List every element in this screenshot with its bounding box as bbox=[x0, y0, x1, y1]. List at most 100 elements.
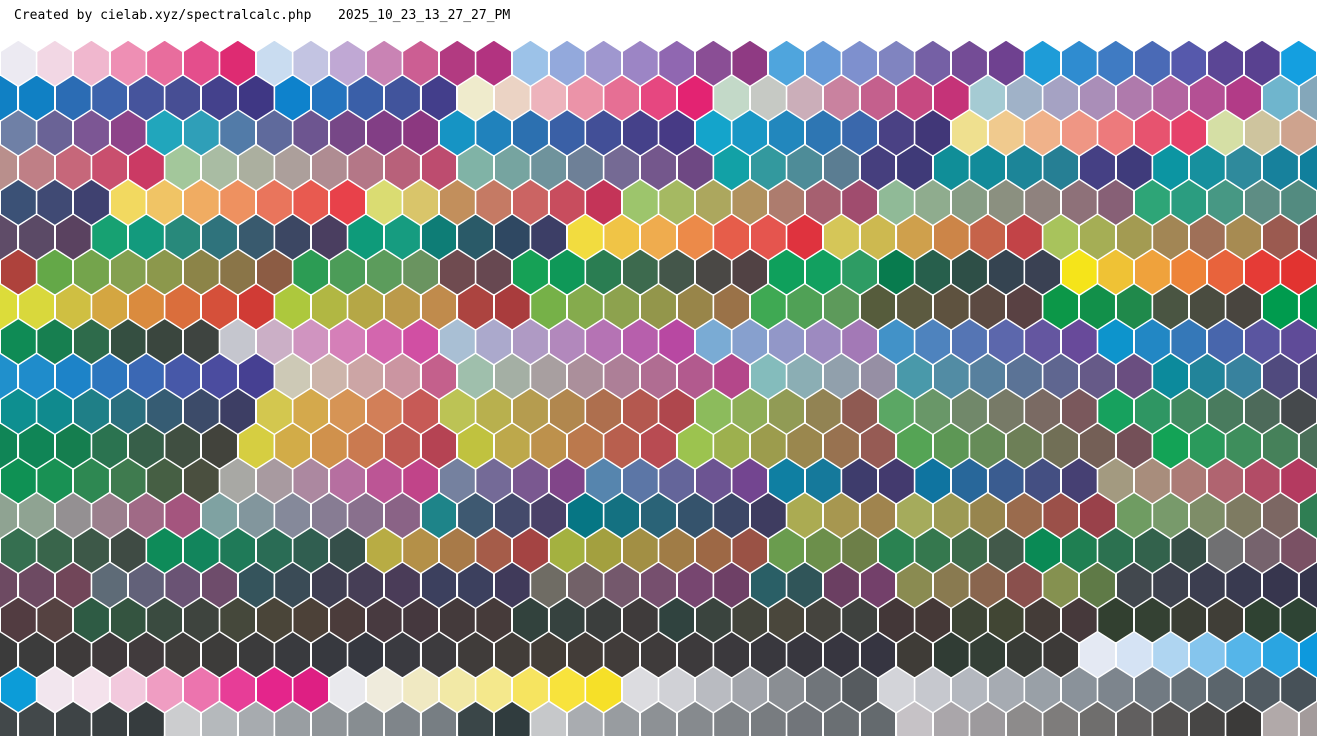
hex-cell bbox=[1062, 528, 1097, 573]
hex-cell bbox=[239, 284, 274, 329]
hex-cell bbox=[293, 250, 328, 295]
hex-cell bbox=[806, 528, 841, 573]
hex-cell bbox=[330, 667, 365, 712]
hex-cell bbox=[550, 528, 585, 573]
hex-cell bbox=[604, 424, 639, 469]
hex-cell bbox=[769, 389, 804, 434]
hex-cell bbox=[678, 424, 713, 469]
hex-cell bbox=[1025, 458, 1060, 503]
hex-cell bbox=[275, 563, 310, 608]
hex-cell bbox=[257, 180, 292, 225]
hex-cell bbox=[74, 528, 109, 573]
hex-cell bbox=[952, 389, 987, 434]
hex-cell bbox=[678, 354, 713, 399]
hex-cell bbox=[989, 528, 1024, 573]
hex-cell bbox=[37, 250, 72, 295]
hex-cell bbox=[330, 389, 365, 434]
hex-cell bbox=[714, 215, 749, 260]
hex-cell bbox=[330, 180, 365, 225]
hex-cell bbox=[714, 424, 749, 469]
hex-cell bbox=[1190, 354, 1225, 399]
hex-cell bbox=[440, 250, 475, 295]
hex-cell bbox=[202, 493, 237, 538]
hex-cell bbox=[239, 354, 274, 399]
hex-cell bbox=[56, 145, 91, 190]
hex-cell bbox=[74, 180, 109, 225]
hex-cell bbox=[952, 250, 987, 295]
hex-cell bbox=[1135, 110, 1170, 155]
hex-cell bbox=[440, 598, 475, 643]
hex-cell bbox=[1208, 389, 1243, 434]
spectralcalc-hex-palette-image: Created by cielab.xyz/spectralcalc.php 2… bbox=[0, 0, 1317, 736]
hex-cell bbox=[531, 354, 566, 399]
hex-cell bbox=[550, 110, 585, 155]
hex-cell bbox=[1190, 632, 1225, 677]
hex-cell bbox=[147, 598, 182, 643]
hex-cell bbox=[1117, 493, 1152, 538]
hex-cell bbox=[129, 563, 164, 608]
hex-cell bbox=[458, 493, 493, 538]
hex-cell bbox=[385, 215, 420, 260]
hex-cell bbox=[147, 250, 182, 295]
hex-cell bbox=[531, 493, 566, 538]
hex-cell bbox=[696, 458, 731, 503]
hex-cell bbox=[1208, 319, 1243, 364]
hex-cell bbox=[1171, 389, 1206, 434]
hex-cell bbox=[165, 493, 200, 538]
hex-cell bbox=[202, 284, 237, 329]
hex-cell bbox=[1153, 632, 1188, 677]
hex-cell bbox=[952, 110, 987, 155]
hex-cell bbox=[257, 41, 292, 86]
hex-cell bbox=[1135, 319, 1170, 364]
hex-cell bbox=[1281, 389, 1316, 434]
hex-cell bbox=[1117, 76, 1152, 121]
hex-cell bbox=[861, 424, 896, 469]
hex-cell bbox=[513, 41, 548, 86]
hex-cell bbox=[1062, 667, 1097, 712]
hex-cell bbox=[440, 528, 475, 573]
hex-cell bbox=[513, 528, 548, 573]
hex-cell bbox=[623, 180, 658, 225]
hex-cell bbox=[385, 284, 420, 329]
hex-cell bbox=[1281, 180, 1316, 225]
hex-cell bbox=[1263, 145, 1298, 190]
hex-cell bbox=[934, 354, 969, 399]
hex-cell bbox=[861, 354, 896, 399]
hex-cell bbox=[111, 41, 146, 86]
hex-cell bbox=[312, 215, 347, 260]
hex-cell bbox=[659, 250, 694, 295]
hex-cell bbox=[147, 180, 182, 225]
hex-cell bbox=[458, 354, 493, 399]
hex-cell bbox=[604, 145, 639, 190]
hex-cell bbox=[586, 250, 621, 295]
hex-cell bbox=[1007, 424, 1042, 469]
hex-cell bbox=[623, 41, 658, 86]
hex-cell bbox=[1190, 145, 1225, 190]
hex-cell bbox=[1007, 354, 1042, 399]
hex-cell bbox=[824, 632, 859, 677]
hex-cell bbox=[202, 424, 237, 469]
hex-cell bbox=[74, 458, 109, 503]
hex-cell bbox=[275, 215, 310, 260]
hex-cell bbox=[604, 354, 639, 399]
hex-cell bbox=[184, 180, 219, 225]
hex-cell bbox=[897, 145, 932, 190]
hex-cell bbox=[165, 215, 200, 260]
hex-cell bbox=[659, 458, 694, 503]
hex-cell bbox=[1025, 667, 1060, 712]
hex-cell bbox=[348, 215, 383, 260]
hex-cell bbox=[842, 598, 877, 643]
hex-cell bbox=[824, 284, 859, 329]
hex-cell bbox=[476, 41, 511, 86]
hex-cell bbox=[293, 598, 328, 643]
hex-cell bbox=[1135, 180, 1170, 225]
hex-cell bbox=[1043, 145, 1078, 190]
hex-cell bbox=[1245, 598, 1280, 643]
hex-cell bbox=[842, 250, 877, 295]
hex-cell bbox=[184, 250, 219, 295]
hex-cell bbox=[897, 354, 932, 399]
hex-cell bbox=[1007, 145, 1042, 190]
hex-cell bbox=[1043, 493, 1078, 538]
hex-cell bbox=[92, 215, 127, 260]
hex-cell bbox=[1043, 284, 1078, 329]
